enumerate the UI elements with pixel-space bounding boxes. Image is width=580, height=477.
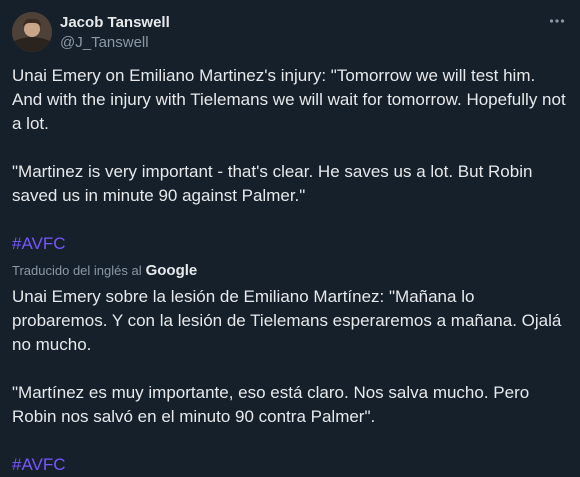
translated-paragraph: "Martínez es muy importante, eso está cl… xyxy=(12,383,530,426)
translation-attribution: Traducido del inglés al Google xyxy=(12,262,197,279)
translation-label[interactable]: Traducido del inglés al xyxy=(12,263,142,278)
hashtag-link[interactable]: #AVFC xyxy=(12,455,66,474)
translated-paragraph: Unai Emery sobre la lesión de Emiliano M… xyxy=(12,287,562,354)
hashtag-link[interactable]: #AVFC xyxy=(12,234,66,253)
author-name[interactable]: Jacob Tanswell xyxy=(60,14,170,31)
user-avatar-icon[interactable] xyxy=(12,12,52,52)
tweet-paragraph: "Martinez is very important - that's cle… xyxy=(12,162,533,205)
google-logo[interactable]: Google xyxy=(146,262,198,279)
more-horizontal-icon[interactable] xyxy=(544,10,570,32)
author-handle[interactable]: @J_Tanswell xyxy=(60,34,149,51)
tweet-paragraph: Unai Emery on Emiliano Martinez's injury… xyxy=(12,66,566,133)
translated-body: Unai Emery sobre la lesión de Emiliano M… xyxy=(12,285,568,477)
tweet-body: Unai Emery on Emiliano Martinez's injury… xyxy=(12,64,568,256)
